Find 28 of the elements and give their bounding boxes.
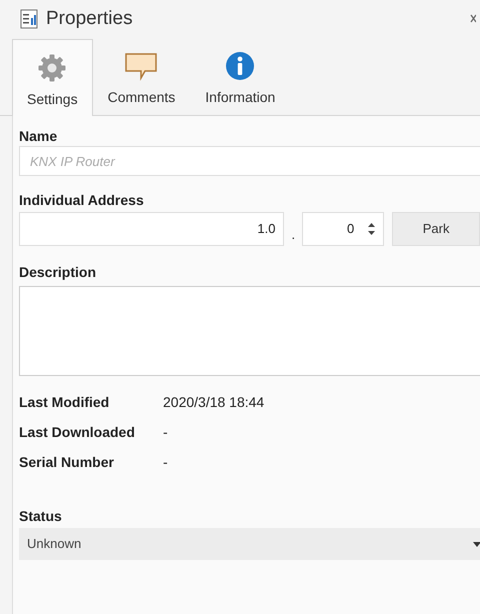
park-button[interactable]: Park	[392, 212, 480, 246]
field-label: Description	[19, 263, 98, 282]
info-icon	[225, 51, 256, 81]
status-dropdown[interactable]: Unknown	[19, 528, 480, 560]
info-label: Last Downloaded	[19, 422, 136, 442]
field-label: Name	[19, 127, 58, 146]
spinner-arrows-icon[interactable]	[368, 222, 376, 236]
description-field[interactable]	[19, 286, 480, 376]
info-value: -	[163, 452, 168, 472]
address-separator: .	[290, 226, 296, 244]
info-value: -	[163, 422, 168, 442]
info-label: Serial Number	[19, 452, 115, 472]
tab[interactable]: Information	[190, 39, 290, 115]
gear-icon	[37, 53, 68, 83]
tab[interactable]: Comments	[92, 39, 190, 115]
window-title: Properties	[46, 6, 133, 31]
info-label: Last Modified	[19, 392, 110, 412]
device-number-spinner[interactable]: 0	[302, 212, 384, 246]
field-label: Individual Address	[19, 191, 145, 210]
name-field[interactable]: KNX IP Router	[19, 146, 480, 176]
address-field[interactable]: 1.0	[19, 212, 284, 246]
close-icon[interactable]	[470, 14, 476, 24]
dropdown-arrow-icon	[473, 542, 480, 546]
speech-bubble-icon	[124, 51, 158, 81]
field-label: Status	[19, 507, 63, 526]
info-value: 2020/3/18 18:44	[163, 392, 264, 412]
tab[interactable]: Settings	[12, 39, 93, 116]
properties-icon	[20, 9, 38, 29]
